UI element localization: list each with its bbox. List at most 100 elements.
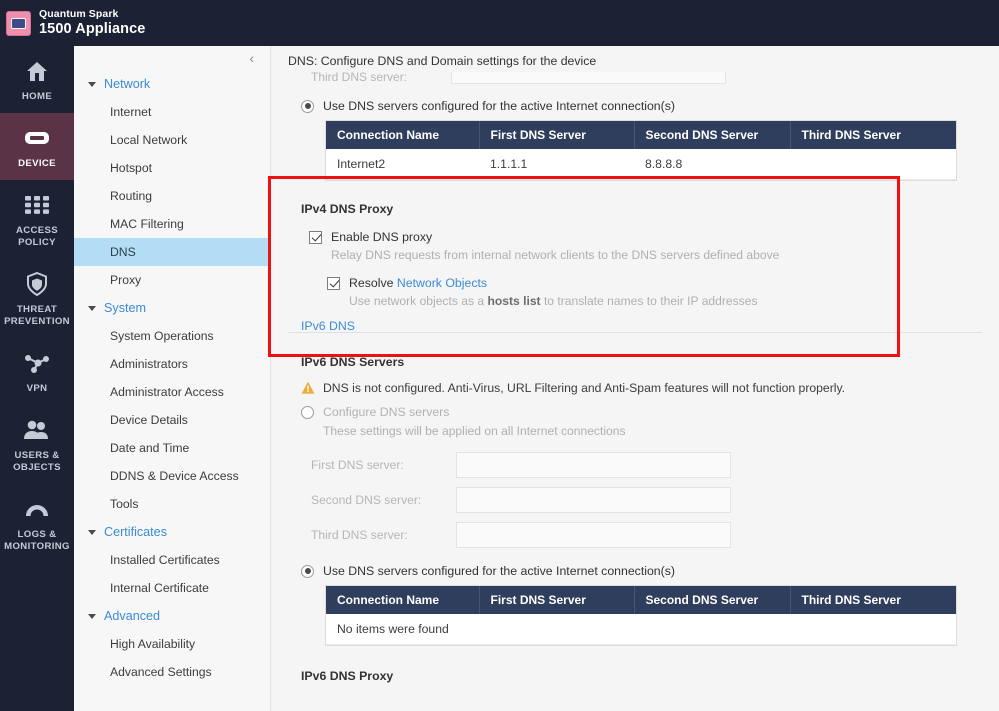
brand-line-1: Quantum Spark — [39, 8, 119, 20]
ipv4-use-active-radio-row[interactable]: Use DNS servers configured for the activ… — [301, 99, 999, 113]
rail-item-device[interactable]: DEVICE — [0, 112, 74, 180]
column-header-connection-name: Connection Name — [326, 121, 480, 149]
ipv6-dns-table: Connection Name First DNS Server Second … — [326, 586, 956, 645]
sidebar-item-routing[interactable]: Routing — [74, 182, 270, 210]
sidebar-item-date-and-time[interactable]: Date and Time — [74, 434, 270, 462]
nav-item-label: Installed Certificates — [110, 553, 220, 567]
column-header-third-dns: Third DNS Server — [790, 121, 956, 149]
rail-label-vpn: VPN — [26, 382, 48, 394]
sidebar-item-dns[interactable]: DNS — [74, 238, 270, 266]
ipv6-use-active-radio-row[interactable]: Use DNS servers configured for the activ… — [301, 564, 999, 578]
dns-settings-form: Third DNS server: Use DNS servers config… — [271, 69, 999, 683]
resolve-network-objects-help: Use network objects as a hosts list to t… — [349, 294, 999, 308]
rail-item-logs-monitoring[interactable]: LOGS & MONITORING — [0, 484, 74, 563]
nav-item-label: Internal Certificate — [110, 581, 209, 595]
warning-triangle-icon — [301, 381, 315, 395]
sidebar-item-hotspot[interactable]: Hotspot — [74, 154, 270, 182]
nav-group-system[interactable]: System — [74, 294, 270, 322]
column-header-third-dns: Third DNS Server — [790, 586, 956, 614]
enable-dns-proxy-row[interactable]: Enable DNS proxy — [309, 230, 999, 244]
sidebar-item-proxy[interactable]: Proxy — [74, 266, 270, 294]
sidebar-item-advanced-settings[interactable]: Advanced Settings — [74, 658, 270, 686]
sidebar-item-installed-certificates[interactable]: Installed Certificates — [74, 546, 270, 574]
nav-item-label: Administrators — [110, 357, 188, 371]
enable-dns-proxy-checkbox[interactable] — [309, 230, 322, 244]
ipv6-second-dns-input[interactable] — [456, 487, 731, 513]
nav-item-label: Local Network — [110, 133, 188, 147]
nav-group-label: System — [104, 301, 146, 315]
nav-item-label: Hotspot — [110, 161, 153, 175]
column-header-first-dns: First DNS Server — [479, 586, 635, 614]
rail-label-home: HOME — [21, 91, 53, 102]
rail-item-access-policy[interactable]: ACCESS POLICY — [0, 180, 74, 259]
monitor-glyph — [11, 17, 26, 29]
ipv6-third-dns-input[interactable] — [456, 522, 731, 548]
resolve-help-pre: Use network objects as a — [349, 294, 488, 308]
nav-group-advanced[interactable]: Advanced — [74, 602, 270, 630]
caret-down-icon — [88, 613, 96, 619]
sidebar-item-system-operations[interactable]: System Operations — [74, 322, 270, 350]
resolve-network-objects-row[interactable]: Resolve Network Objects — [327, 276, 999, 290]
ipv6-third-dns-label: Third DNS server: — [311, 528, 408, 542]
rail-item-vpn[interactable]: VPN — [0, 338, 74, 405]
caret-down-icon — [88, 529, 96, 535]
ipv6-dns-section-link[interactable]: IPv6 DNS — [301, 319, 999, 333]
nav-group-label: Advanced — [104, 609, 161, 623]
ipv6-dns-warning-text: DNS is not configured. Anti-Virus, URL F… — [323, 381, 846, 395]
sidebar-item-ddns-device-access[interactable]: DDNS & Device Access — [74, 462, 270, 490]
nav-group-certificates[interactable]: Certificates — [74, 518, 270, 546]
rail-item-home[interactable]: HOME — [0, 46, 74, 113]
sidebar-item-administrator-access[interactable]: Administrator Access — [74, 378, 270, 406]
nav-item-label: DDNS & Device Access — [110, 469, 239, 483]
nav-item-label: Administrator Access — [110, 385, 224, 399]
ipv6-configure-radio-row[interactable]: Configure DNS servers — [301, 405, 999, 419]
shield-icon — [26, 271, 48, 297]
resolve-help-post: to translate names to their IP addresses — [540, 294, 758, 308]
ipv4-use-active-radio-label: Use DNS servers configured for the activ… — [323, 99, 675, 113]
cell-second-dns: 8.8.8.8 — [634, 149, 790, 180]
column-header-second-dns: Second DNS Server — [634, 586, 791, 614]
nav-item-label: DNS — [110, 245, 136, 259]
ipv6-third-dns-row: Third DNS server: — [311, 522, 999, 548]
network-objects-link[interactable]: Network Objects — [397, 276, 487, 290]
rail-label-users-objects: USERS & OBJECTS — [13, 449, 61, 473]
rail-item-threat-prevention[interactable]: THREAT PREVENTION — [0, 259, 74, 338]
table-header-row: Connection Name First DNS Server Second … — [326, 121, 956, 149]
ipv6-use-active-radio[interactable] — [301, 564, 314, 578]
chevron-left-icon: ‹ — [249, 50, 254, 66]
resolve-prefix-text: Resolve — [349, 276, 397, 290]
rail-item-users-objects[interactable]: USERS & OBJECTS — [0, 405, 74, 484]
nav-item-label: Tools — [110, 497, 139, 511]
rail-label-threat-prevention: THREAT PREVENTION — [4, 303, 70, 327]
nav-group-label: Certificates — [104, 525, 167, 539]
table-row[interactable]: Internet2 1.1.1.1 8.8.8.8 — [326, 149, 956, 180]
sidebar-item-internet[interactable]: Internet — [74, 98, 270, 126]
sidebar-item-tools[interactable]: Tools — [74, 490, 270, 518]
ipv6-table-empty-message: No items were found — [326, 614, 956, 645]
home-icon — [26, 58, 48, 84]
grid-icon — [25, 192, 49, 218]
collapse-nav-button[interactable]: ‹ — [74, 46, 270, 70]
column-header-second-dns: Second DNS Server — [634, 121, 791, 149]
ipv4-dns-proxy-title: IPv4 DNS Proxy — [301, 202, 394, 216]
brand-line-2: 1500 Appliance — [39, 20, 146, 37]
nav-item-label: MAC Filtering — [110, 217, 184, 231]
sidebar-item-internal-certificate[interactable]: Internal Certificate — [74, 574, 270, 602]
sidebar-item-administrators[interactable]: Administrators — [74, 350, 270, 378]
sidebar-item-high-availability[interactable]: High Availability — [74, 630, 270, 658]
resolve-network-objects-checkbox[interactable] — [327, 276, 340, 290]
ipv4-use-active-radio[interactable] — [301, 99, 314, 113]
cell-third-dns — [790, 149, 956, 180]
appliance-logo-icon — [6, 10, 31, 36]
sidebar-item-local-network[interactable]: Local Network — [74, 126, 270, 154]
sidebar-item-mac-filtering[interactable]: MAC Filtering — [74, 210, 270, 238]
table-empty-row: No items were found — [326, 614, 956, 645]
ipv6-first-dns-row: First DNS server: — [311, 452, 999, 478]
gauge-icon — [24, 496, 50, 522]
nav-group-network[interactable]: Network — [74, 70, 270, 98]
users-icon — [24, 417, 50, 443]
nav-item-label: High Availability — [110, 637, 196, 651]
sidebar-item-device-details[interactable]: Device Details — [74, 406, 270, 434]
ipv6-first-dns-input[interactable] — [456, 452, 731, 478]
ipv6-configure-radio[interactable] — [301, 405, 314, 419]
